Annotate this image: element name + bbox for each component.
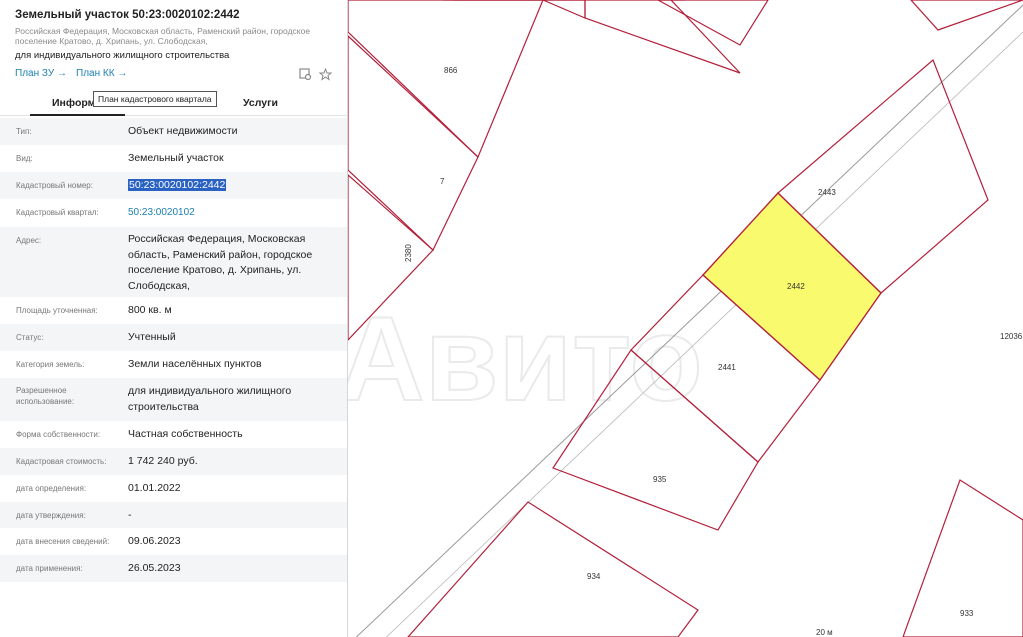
attribute-label: дата внесения сведений: bbox=[16, 537, 110, 546]
plan-zu-link[interactable]: План ЗУ → bbox=[15, 68, 67, 79]
parcel-866[interactable] bbox=[348, 0, 544, 159]
attribute-value: Учтенный bbox=[128, 331, 176, 343]
cadastral-quarter-link[interactable]: 50:23:0020102 bbox=[128, 205, 340, 221]
attribute-row: дата утверждения: - bbox=[0, 502, 347, 528]
parcel-label: 7 bbox=[440, 177, 445, 186]
attribute-row: Разрешенное использование: для индивидуа… bbox=[0, 378, 347, 421]
parcel-north[interactable] bbox=[453, 0, 741, 74]
attribute-label: Вид: bbox=[16, 154, 33, 163]
parcel-label: 2442 bbox=[787, 282, 805, 291]
attribute-value: 800 кв. м bbox=[128, 304, 172, 316]
attribute-value: Частная собственность bbox=[128, 428, 243, 440]
attribute-label: Статус: bbox=[16, 333, 44, 342]
attribute-row: Категория земель: Земли населённых пункт… bbox=[0, 351, 347, 378]
parcel-label: 933 bbox=[960, 609, 974, 618]
object-purpose: для индивидуального жилищного строительс… bbox=[15, 50, 230, 61]
attribute-row: Форма собственности: Частная собственнос… bbox=[0, 421, 347, 448]
map-canvas[interactable]: Авито 866 7 2380 2443 2442 2441 12036 93… bbox=[348, 0, 1023, 637]
parcel-label: 935 bbox=[653, 475, 667, 484]
attribute-row: Кадастровая стоимость: 1 742 240 руб. bbox=[0, 448, 347, 475]
attribute-value: Земельный участок bbox=[128, 152, 224, 164]
attribute-label: дата утверждения: bbox=[16, 511, 86, 520]
panel-header: Земельный участок 50:23:0020102:2442 Рос… bbox=[0, 0, 347, 86]
cadastral-map[interactable]: Авито 866 7 2380 2443 2442 2441 12036 93… bbox=[348, 0, 1023, 637]
plan-kk-link[interactable]: План КК → bbox=[76, 68, 127, 79]
attribute-label: дата применения: bbox=[16, 564, 83, 573]
cadastral-number-selected[interactable]: 50:23:0020102:2442 bbox=[128, 179, 227, 191]
attribute-row: Кадастровый номер: 50:23:0020102:2442 bbox=[0, 172, 347, 199]
attribute-row: Площадь уточненная: 800 кв. м bbox=[0, 297, 347, 324]
parcel-label: 2441 bbox=[718, 363, 736, 372]
attribute-value: - bbox=[128, 509, 132, 521]
attribute-row: дата внесения сведений: 09.06.2023 bbox=[0, 528, 347, 555]
attribute-label: Форма собственности: bbox=[16, 430, 101, 439]
attribute-row: дата применения: 26.05.2023 bbox=[0, 555, 347, 582]
attribute-row: Статус: Учтенный bbox=[0, 324, 347, 351]
cadastral-number-value[interactable]: 50:23:0020102:2442 bbox=[128, 178, 340, 194]
attribute-label: Адрес: bbox=[16, 236, 42, 245]
plan-kk-tooltip: План кадастрового квартала bbox=[93, 91, 217, 107]
parcel-top-strip[interactable] bbox=[443, 0, 586, 19]
parcel-label: 934 bbox=[587, 572, 601, 581]
attribute-label: Кадастровый номер: bbox=[16, 181, 93, 190]
active-tab-indicator bbox=[30, 114, 125, 116]
attribute-value: 1 742 240 руб. bbox=[128, 455, 198, 467]
attribute-label: Тип: bbox=[16, 127, 32, 136]
attribute-label: Разрешенное использование: bbox=[16, 386, 75, 406]
parcel-7[interactable] bbox=[348, 35, 479, 251]
attribute-value: 09.06.2023 bbox=[128, 535, 181, 547]
attribute-row: дата определения: 01.01.2022 bbox=[0, 475, 347, 502]
attribute-row: Адрес: Российская Федерация, Московская … bbox=[0, 227, 347, 297]
plan-links: План ЗУ → План КК → bbox=[15, 67, 332, 86]
parcel-label: 2443 bbox=[818, 188, 836, 197]
object-info-panel: Земельный участок 50:23:0020102:2442 Рос… bbox=[0, 0, 348, 637]
attribute-label: Кадастровая стоимость: bbox=[16, 457, 107, 466]
parcel-label: 2380 bbox=[404, 244, 413, 262]
attribute-label: Площадь уточненная: bbox=[16, 306, 98, 315]
attribute-value: для индивидуального жилищного строительс… bbox=[128, 385, 292, 413]
attribute-label: дата определения: bbox=[16, 484, 87, 493]
object-title: Земельный участок 50:23:0020102:2442 bbox=[15, 9, 240, 21]
attribute-value: Российская Федерация, Московская область… bbox=[128, 233, 313, 292]
favorite-star-icon[interactable] bbox=[318, 67, 332, 82]
attribute-row: Вид: Земельный участок bbox=[0, 145, 347, 172]
attribute-value: 01.01.2022 bbox=[128, 482, 181, 494]
object-address: Российская Федерация, Московская область… bbox=[15, 26, 311, 46]
parcel-934[interactable] bbox=[407, 501, 699, 637]
tab-information[interactable]: Информ bbox=[52, 97, 95, 109]
attribute-row: Кадастровый квартал: 50:23:0020102 bbox=[0, 199, 347, 227]
attribute-label: Категория земель: bbox=[16, 360, 85, 369]
attribute-value: Земли населённых пунктов bbox=[128, 358, 262, 370]
attribute-row: Тип: Объект недвижимости bbox=[0, 118, 347, 145]
parcel-north-a[interactable] bbox=[657, 0, 769, 46]
tab-services[interactable]: Услуги bbox=[243, 97, 278, 109]
attribute-label: Кадастровый квартал: bbox=[16, 208, 99, 217]
map-scale-label: 20 м bbox=[816, 628, 833, 637]
parcel-label: 866 bbox=[444, 66, 458, 75]
attribute-value: Объект недвижимости bbox=[128, 125, 238, 137]
parcel-north-b[interactable] bbox=[910, 0, 1023, 31]
show-on-map-icon[interactable] bbox=[298, 68, 312, 82]
parcel-label: 12036 bbox=[1000, 332, 1023, 341]
attribute-value: 26.05.2023 bbox=[128, 562, 181, 574]
